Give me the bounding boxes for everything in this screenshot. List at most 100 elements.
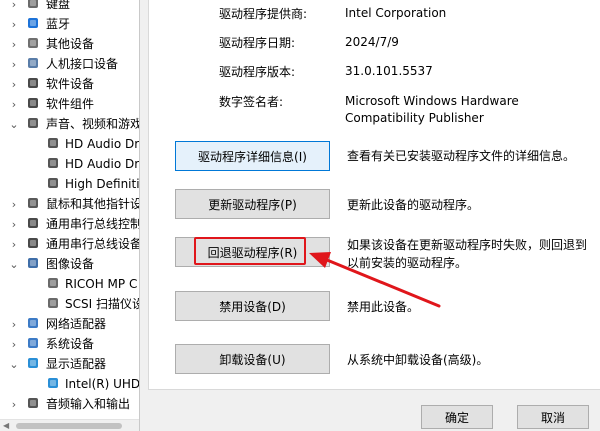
- tree-item-label: HD Audio Driver: [65, 157, 139, 171]
- bluetooth-icon: [26, 16, 42, 32]
- tree-item-label: 通用串行总线设备: [46, 237, 139, 251]
- signer-label: 数字签名者:: [219, 95, 284, 109]
- tree-item-label: 声音、视频和游戏控制器: [46, 117, 139, 131]
- provider-value: Intel Corporation: [345, 6, 447, 20]
- tree-item[interactable]: SCSI 扫描仪设备: [0, 294, 139, 314]
- tree-item-label: HD Audio Driver: [65, 137, 139, 151]
- tree-item-label: 网络适配器: [46, 317, 107, 331]
- tree-item-label: 通用串行总线控制器: [46, 217, 139, 231]
- speaker-icon: [26, 116, 42, 132]
- scrollbar-thumb[interactable]: [16, 423, 122, 429]
- tree-item[interactable]: › 通用串行总线控制器: [0, 214, 139, 234]
- tree-item-label: 图像设备: [46, 257, 95, 271]
- chevron-right-icon[interactable]: ›: [8, 14, 20, 34]
- tree-item-label: 蓝牙: [46, 17, 71, 31]
- mouse-icon: [26, 196, 42, 212]
- tree-item-label: 鼠标和其他指针设备: [46, 197, 139, 211]
- device-tree[interactable]: › 键盘 › 蓝牙 › 其他设备 › 人机接口设备 › 软件设备 › 软件组件 ⌄ 声音、视频和游戏控制器…: [0, 0, 139, 431]
- rollback-driver-desc-line2: 以前安装的驱动程序。: [347, 256, 468, 270]
- system-icon: [26, 336, 42, 352]
- provider-label: 驱动程序提供商:: [219, 7, 308, 21]
- tree-item[interactable]: › 蓝牙: [0, 14, 139, 34]
- uninstall-device-desc: 从系统中卸载设备(高级)。: [347, 353, 489, 367]
- tree-item-label: 其他设备: [46, 37, 95, 51]
- ok-button[interactable]: 确定: [421, 405, 493, 429]
- chevron-down-icon[interactable]: ⌄: [8, 254, 20, 274]
- driver-details-button[interactable]: 驱动程序详细信息(I): [175, 141, 330, 171]
- chevron-right-icon[interactable]: ›: [8, 214, 20, 234]
- chevron-right-icon[interactable]: ›: [8, 74, 20, 94]
- horizontal-scrollbar[interactable]: ◀: [0, 419, 139, 431]
- speaker-icon: [46, 176, 62, 192]
- driver-properties-dialog: 驱动程序提供商: Intel Corporation 驱动程序日期: 2024/…: [139, 0, 600, 431]
- monitor-icon: [26, 356, 42, 372]
- signer-value-line2: Compatibility Publisher: [345, 111, 484, 125]
- date-value: 2024/7/9: [345, 35, 399, 49]
- chevron-right-icon[interactable]: ›: [8, 0, 20, 14]
- chevron-right-icon[interactable]: ›: [8, 34, 20, 54]
- chevron-right-icon[interactable]: ›: [8, 194, 20, 214]
- tree-item[interactable]: ⌄ 显示适配器: [0, 354, 139, 374]
- tree-item[interactable]: ⌄ 声音、视频和游戏控制器: [0, 114, 139, 134]
- chevron-right-icon[interactable]: ›: [8, 234, 20, 254]
- network-icon: [26, 316, 42, 332]
- update-driver-button[interactable]: 更新驱动程序(P): [175, 189, 330, 219]
- tree-item[interactable]: › 软件设备: [0, 74, 139, 94]
- disable-device-desc: 禁用此设备。: [347, 300, 420, 314]
- rollback-driver-desc-line1: 如果该设备在更新驱动程序时失败，则回退到: [347, 238, 588, 252]
- chevron-down-icon[interactable]: ⌄: [8, 114, 20, 134]
- disable-device-button[interactable]: 禁用设备(D): [175, 291, 330, 321]
- tree-item[interactable]: › 网络适配器: [0, 314, 139, 334]
- chevron-down-icon[interactable]: ⌄: [8, 354, 20, 374]
- tree-item-label: High Definition Audio: [65, 177, 139, 191]
- scanner-icon: [46, 296, 62, 312]
- tree-item[interactable]: › 键盘: [0, 0, 139, 14]
- usb-icon: [26, 236, 42, 252]
- chevron-right-icon[interactable]: ›: [8, 94, 20, 114]
- audio-io-icon: [26, 396, 42, 412]
- tree-item-label: 软件设备: [46, 77, 95, 91]
- tree-item[interactable]: › 通用串行总线设备: [0, 234, 139, 254]
- unknown-device-icon: [26, 36, 42, 52]
- tree-item[interactable]: ⌄ 图像设备: [0, 254, 139, 274]
- tree-item-label: 键盘: [46, 0, 71, 11]
- chevron-right-icon[interactable]: ›: [8, 54, 20, 74]
- tree-item[interactable]: › 人机接口设备: [0, 54, 139, 74]
- chevron-right-icon[interactable]: ›: [8, 334, 20, 354]
- tree-item-label: RICOH MP C: [65, 277, 138, 291]
- signer-value-line1: Microsoft Windows Hardware: [345, 94, 519, 108]
- tree-item[interactable]: High Definition Audio: [0, 174, 139, 194]
- tree-item[interactable]: › 鼠标和其他指针设备: [0, 194, 139, 214]
- tree-item-label: 音频输入和输出: [46, 397, 131, 411]
- driver-tab-panel: 驱动程序提供商: Intel Corporation 驱动程序日期: 2024/…: [148, 0, 600, 390]
- cancel-button[interactable]: 取消: [517, 405, 589, 429]
- scanner-icon: [46, 276, 62, 292]
- chevron-right-icon[interactable]: ›: [8, 394, 20, 414]
- tree-item[interactable]: HD Audio Driver: [0, 134, 139, 154]
- keyboard-icon: [26, 0, 42, 12]
- rollback-highlight-box: [194, 237, 306, 265]
- tree-item[interactable]: HD Audio Driver: [0, 154, 139, 174]
- tree-item[interactable]: › 其他设备: [0, 34, 139, 54]
- tree-item-label: 系统设备: [46, 337, 95, 351]
- software-component-icon: [26, 96, 42, 112]
- camera-icon: [26, 256, 42, 272]
- tree-item[interactable]: RICOH MP C: [0, 274, 139, 294]
- version-value: 31.0.101.5537: [345, 64, 433, 78]
- scroll-left-icon[interactable]: ◀: [3, 420, 13, 431]
- speaker-icon: [46, 156, 62, 172]
- tree-item[interactable]: › 音频输入和输出: [0, 394, 139, 414]
- tree-item[interactable]: › 软件组件: [0, 94, 139, 114]
- uninstall-device-button[interactable]: 卸载设备(U): [175, 344, 330, 374]
- chevron-right-icon[interactable]: ›: [8, 314, 20, 334]
- tree-item[interactable]: › 系统设备: [0, 334, 139, 354]
- tree-item-label: 人机接口设备: [46, 57, 119, 71]
- speaker-icon: [46, 136, 62, 152]
- hid-icon: [26, 56, 42, 72]
- tree-item[interactable]: Intel(R) UHD Graphics: [0, 374, 139, 394]
- tree-item-label: 显示适配器: [46, 357, 107, 371]
- driver-details-desc: 查看有关已安装驱动程序文件的详细信息。: [347, 149, 576, 163]
- update-driver-desc: 更新此设备的驱动程序。: [347, 198, 480, 212]
- date-label: 驱动程序日期:: [219, 36, 296, 50]
- tree-item-label: 软件组件: [46, 97, 95, 111]
